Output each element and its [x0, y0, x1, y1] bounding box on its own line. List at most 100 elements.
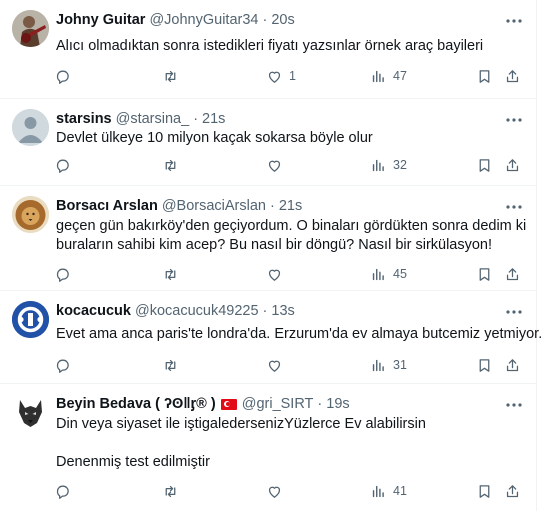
share-icon: [506, 158, 519, 171]
repost-button[interactable]: [162, 355, 179, 375]
bookmark-button[interactable]: [476, 481, 493, 501]
bookmark-button[interactable]: [476, 264, 493, 284]
tweet[interactable]: Beyin Bedava ( ʔʘǁᶉ® ) @gri_SIRT · 19s D…: [0, 384, 536, 511]
tweet[interactable]: Johny Guitar @JohnyGuitar34 · 20s Alıcı …: [0, 0, 536, 99]
bookmark-button[interactable]: [476, 155, 493, 175]
more-options-icon[interactable]: [504, 14, 524, 26]
bookmark-button[interactable]: [476, 355, 493, 375]
bookmark-icon: [479, 484, 490, 498]
repost-button[interactable]: [162, 481, 179, 501]
repost-icon: [165, 485, 176, 497]
heart-icon: [268, 269, 281, 281]
display-name[interactable]: starsins: [56, 111, 112, 127]
more-options-icon[interactable]: [504, 113, 524, 125]
user-handle[interactable]: @kocacucuk49225: [135, 303, 259, 319]
user-handle[interactable]: @BorsaciArslan: [162, 198, 266, 214]
view-count: 41: [393, 484, 407, 498]
tweet-line: Din veya siyaset ile iştigaledersenizYüz…: [56, 416, 426, 432]
repost-button[interactable]: [162, 264, 179, 284]
lion-avatar[interactable]: [12, 196, 49, 233]
separator-dot: ·: [193, 111, 199, 127]
timestamp[interactable]: 13s: [271, 303, 294, 319]
tweet-text: Din veya siyaset ile iştigaledersenizYüz…: [56, 415, 426, 472]
default-person-avatar[interactable]: [12, 109, 49, 146]
tweet-actions: 1 47: [54, 66, 524, 86]
bookmark-button[interactable]: [476, 66, 493, 86]
blue-logo-avatar[interactable]: [12, 301, 49, 338]
more-options-icon[interactable]: [504, 200, 524, 212]
timestamp[interactable]: 19s: [326, 396, 349, 412]
repost-button[interactable]: [162, 155, 179, 175]
user-handle[interactable]: @gri_SIRT: [242, 396, 314, 412]
more-options-icon[interactable]: [504, 398, 524, 410]
tweet-header: kocacucuk @kocacucuk49225 · 13s: [56, 301, 295, 321]
views-button[interactable]: 32: [370, 155, 407, 175]
display-name[interactable]: Johny Guitar: [56, 12, 145, 28]
reply-button[interactable]: [54, 355, 71, 375]
reply-icon: [56, 485, 69, 499]
tweet-text: Evet ama anca paris'te londra'da. Erzuru…: [56, 325, 542, 344]
repost-icon: [165, 159, 176, 171]
share-button[interactable]: [504, 355, 521, 375]
views-button[interactable]: 45: [370, 264, 407, 284]
display-name[interactable]: Beyin Bedava ( ʔʘǁᶉ® ): [56, 396, 216, 412]
like-button[interactable]: [266, 155, 283, 175]
timestamp[interactable]: 20s: [271, 12, 294, 28]
views-button[interactable]: 47: [370, 66, 407, 86]
user-handle[interactable]: @starsina_: [116, 111, 190, 127]
share-icon: [506, 69, 519, 82]
like-count: 1: [289, 69, 296, 83]
reply-icon: [56, 359, 69, 373]
heart-icon: [268, 486, 281, 498]
more-options-icon[interactable]: [504, 305, 524, 317]
share-icon: [506, 267, 519, 280]
tweet[interactable]: Borsacı Arslan @BorsaciArslan · 21s geçe…: [0, 186, 536, 291]
tweet-header: Johny Guitar @JohnyGuitar34 · 20s: [56, 10, 295, 30]
timestamp[interactable]: 21s: [202, 111, 225, 127]
like-button[interactable]: [266, 481, 283, 501]
analytics-icon: [372, 485, 384, 497]
like-button[interactable]: [266, 355, 283, 375]
reply-button[interactable]: [54, 155, 71, 175]
share-button[interactable]: [504, 155, 521, 175]
display-name[interactable]: kocacucuk: [56, 303, 131, 319]
tweet-actions: 32: [54, 155, 524, 175]
heart-icon: [268, 360, 281, 372]
like-button[interactable]: [266, 264, 283, 284]
separator-dot: ·: [269, 198, 275, 214]
share-button[interactable]: [504, 264, 521, 284]
tweet-text: geçen gün bakırköy'den geçiyordum. O bin…: [56, 217, 526, 255]
reply-button[interactable]: [54, 66, 71, 86]
tweet[interactable]: starsins @starsina_ · 21s Devlet ülkeye …: [0, 99, 536, 186]
heart-icon: [268, 71, 281, 83]
repost-icon: [165, 70, 176, 82]
timestamp[interactable]: 21s: [279, 198, 302, 214]
analytics-icon: [372, 268, 384, 280]
wolf-avatar[interactable]: [12, 394, 49, 431]
tweet-text: Devlet ülkeye 10 milyon kaçak sokarsa bö…: [56, 129, 373, 148]
reply-button[interactable]: [54, 264, 71, 284]
repost-button[interactable]: [162, 66, 179, 86]
tweet-header: Borsacı Arslan @BorsaciArslan · 21s: [56, 196, 302, 216]
timeline-border: [536, 0, 537, 511]
views-button[interactable]: 31: [370, 355, 407, 375]
like-button[interactable]: 1: [266, 66, 296, 86]
tweet[interactable]: kocacucuk @kocacucuk49225 · 13s Evet ama…: [0, 291, 542, 384]
share-icon: [506, 358, 519, 371]
view-count: 32: [393, 158, 407, 172]
repost-icon: [165, 359, 176, 371]
analytics-icon: [372, 359, 384, 371]
turkey-flag-icon: [220, 398, 237, 410]
share-button[interactable]: [504, 66, 521, 86]
tweet-line: buraların sahibi kim acep? Bu nasıl bir …: [56, 237, 493, 253]
user-handle[interactable]: @JohnyGuitar34: [149, 12, 258, 28]
separator-dot: ·: [262, 303, 268, 319]
share-icon: [506, 484, 519, 497]
reply-button[interactable]: [54, 481, 71, 501]
guitar-player-avatar[interactable]: [12, 10, 49, 47]
views-button[interactable]: 41: [370, 481, 407, 501]
share-button[interactable]: [504, 481, 521, 501]
display-name[interactable]: Borsacı Arslan: [56, 198, 158, 214]
heart-icon: [268, 160, 281, 172]
